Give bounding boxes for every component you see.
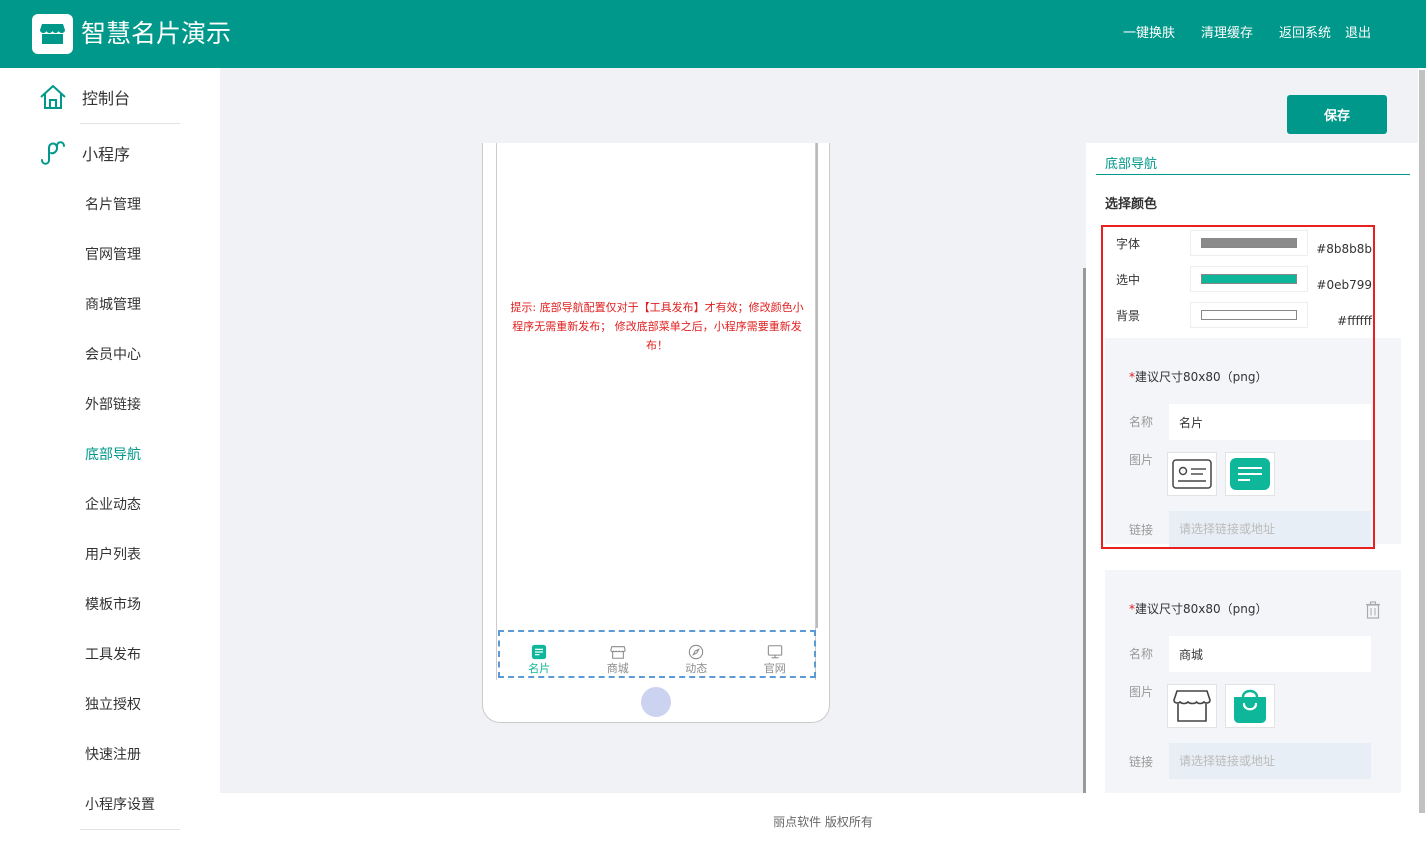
sidebar-item-card-management[interactable]: 名片管理 xyxy=(85,195,141,215)
tab-label: 名片 xyxy=(528,662,551,675)
color-label: 背景 xyxy=(1116,308,1141,323)
nav-image-default[interactable] xyxy=(1167,452,1217,496)
tab-bottom-nav[interactable]: 底部导航 xyxy=(1105,153,1157,172)
tab-underline xyxy=(1096,174,1410,175)
copyright-text: 丽点软件 版权所有 xyxy=(773,815,873,829)
settings-panel: 底部导航 选择颜色 字体 #8b8b8b 选中 #0eb799 背景 #ffff… xyxy=(1086,143,1422,793)
divider xyxy=(80,123,180,124)
sidebar-item-user-list[interactable]: 用户列表 xyxy=(85,545,141,565)
image-label: 图片 xyxy=(1129,685,1154,699)
nav-image-default[interactable] xyxy=(1167,684,1217,728)
tab-label: 官网 xyxy=(763,662,786,675)
compass-icon xyxy=(689,644,704,660)
tab-card[interactable]: 名片 xyxy=(500,632,579,676)
font-color-picker[interactable] xyxy=(1190,230,1308,256)
header-links: 一键换肤 清理缓存 返回系统 退出 xyxy=(1123,25,1371,43)
color-value: #0eb799 xyxy=(1316,278,1372,292)
sidebar-item-console[interactable]: 控制台 xyxy=(38,82,130,112)
back-to-system-link[interactable]: 返回系统 xyxy=(1279,25,1331,43)
color-swatch xyxy=(1201,238,1297,248)
sidebar-item-mini-program[interactable]: 小程序 xyxy=(38,138,130,168)
footer: 丽点软件 版权所有 xyxy=(220,793,1426,844)
page-scrollbar[interactable] xyxy=(1418,68,1426,813)
home-icon xyxy=(40,85,66,109)
phone-scrollbar[interactable] xyxy=(816,143,818,628)
shop-icon xyxy=(610,646,626,659)
skin-switch-link[interactable]: 一键换肤 xyxy=(1123,25,1175,43)
store-icon xyxy=(40,24,65,44)
sidebar-item-member-center[interactable]: 会员中心 xyxy=(85,345,141,365)
page-scrollbar-thumb[interactable] xyxy=(1419,70,1425,813)
tab-shop[interactable]: 商城 xyxy=(579,632,658,676)
tab-news[interactable]: 动态 xyxy=(657,632,736,676)
color-label: 字体 xyxy=(1116,236,1141,251)
nav-item-card: *建议尺寸80x80（png） 名称 图片 xyxy=(1105,570,1401,793)
color-row-font: 字体 #8b8b8b xyxy=(1116,230,1372,256)
id-card-icon xyxy=(1172,459,1212,489)
section-title: 选择颜色 xyxy=(1105,197,1158,212)
shopping-bag-icon xyxy=(1234,689,1266,723)
nav-link-selector[interactable]: 请选择链接或地址 xyxy=(1169,743,1371,779)
size-hint: *建议尺寸80x80（png） xyxy=(1129,602,1268,616)
nav-item-card: *建议尺寸80x80（png） 名称 图片 xyxy=(1105,338,1401,547)
color-value: #8b8b8b xyxy=(1316,242,1372,256)
trash-icon[interactable] xyxy=(1365,601,1381,619)
logo-icon xyxy=(32,14,73,54)
sidebar-group-label: 控制台 xyxy=(82,89,131,108)
name-label: 名称 xyxy=(1129,647,1154,661)
tab-label: 动态 xyxy=(685,662,708,675)
card-icon xyxy=(1230,458,1270,490)
color-label: 选中 xyxy=(1116,272,1141,287)
sidebar-item-mall-management[interactable]: 商城管理 xyxy=(85,295,141,315)
mini-program-icon xyxy=(41,141,65,165)
phone-preview: 提示: 底部导航配置仅对于【工具发布】才有效；修改颜色小程序无需重新发布； 修改… xyxy=(482,143,830,723)
shop-icon xyxy=(1173,690,1211,722)
bottom-tabbar[interactable]: 名片 商城 动态 官网 xyxy=(498,630,816,678)
tab-website[interactable]: 官网 xyxy=(736,632,815,676)
sidebar-item-website-management[interactable]: 官网管理 xyxy=(85,245,141,265)
color-value: #ffffff xyxy=(1337,314,1372,328)
clear-cache-link[interactable]: 清理缓存 xyxy=(1201,25,1253,43)
save-button[interactable]: 保存 xyxy=(1287,95,1387,134)
sidebar-item-bottom-nav[interactable]: 底部导航 xyxy=(85,445,141,465)
nav-name-input[interactable] xyxy=(1169,636,1371,672)
nav-name-input[interactable] xyxy=(1169,404,1371,440)
phone-home-button[interactable] xyxy=(641,687,671,717)
monitor-icon xyxy=(767,645,782,659)
background-color-picker[interactable] xyxy=(1190,302,1308,328)
tab-label: 商城 xyxy=(606,662,629,675)
phone-screen: 提示: 底部导航配置仅对于【工具发布】才有效；修改颜色小程序无需重新发布； 修改… xyxy=(496,143,818,680)
image-label: 图片 xyxy=(1129,453,1154,467)
sidebar-group-label: 小程序 xyxy=(82,145,131,164)
nav-link-selector[interactable]: 请选择链接或地址 xyxy=(1169,511,1371,547)
size-hint: *建议尺寸80x80（png） xyxy=(1129,370,1268,384)
config-tip: 提示: 底部导航配置仅对于【工具发布】才有效；修改颜色小程序无需重新发布； 修改… xyxy=(510,301,804,352)
nav-image-selected[interactable] xyxy=(1225,684,1275,728)
selected-color-picker[interactable] xyxy=(1190,266,1308,292)
color-row-background: 背景 #ffffff xyxy=(1116,302,1372,328)
sidebar-item-mini-program-settings[interactable]: 小程序设置 xyxy=(85,795,155,815)
color-row-selected: 选中 #0eb799 xyxy=(1116,266,1372,292)
sidebar-item-tool-publish[interactable]: 工具发布 xyxy=(85,645,141,665)
sidebar-item-template-market[interactable]: 模板市场 xyxy=(85,595,141,615)
divider xyxy=(80,829,180,830)
link-label: 链接 xyxy=(1129,755,1154,769)
color-swatch xyxy=(1201,274,1297,284)
logout-link[interactable]: 退出 xyxy=(1345,25,1371,43)
nav-image-selected[interactable] xyxy=(1225,452,1275,496)
top-header: 智慧名片演示 一键换肤 清理缓存 返回系统 退出 xyxy=(0,0,1426,68)
link-label: 链接 xyxy=(1129,523,1154,537)
color-swatch xyxy=(1201,310,1297,320)
main-content: 保存 提示: 底部导航配置仅对于【工具发布】才有效；修改颜色小程序无需重新发布；… xyxy=(220,68,1426,793)
name-label: 名称 xyxy=(1129,415,1154,429)
sidebar-item-quick-register[interactable]: 快速注册 xyxy=(85,745,141,765)
sidebar-item-independent-auth[interactable]: 独立授权 xyxy=(85,695,141,715)
sidebar-item-external-links[interactable]: 外部链接 xyxy=(85,395,141,415)
card-icon xyxy=(532,644,547,660)
sidebar: 控制台 小程序 名片管理 官网管理 商城管理 会员中心 外部链接 底部导航 企业… xyxy=(0,68,220,844)
app-title: 智慧名片演示 xyxy=(81,19,232,48)
sidebar-item-company-news[interactable]: 企业动态 xyxy=(85,495,141,515)
